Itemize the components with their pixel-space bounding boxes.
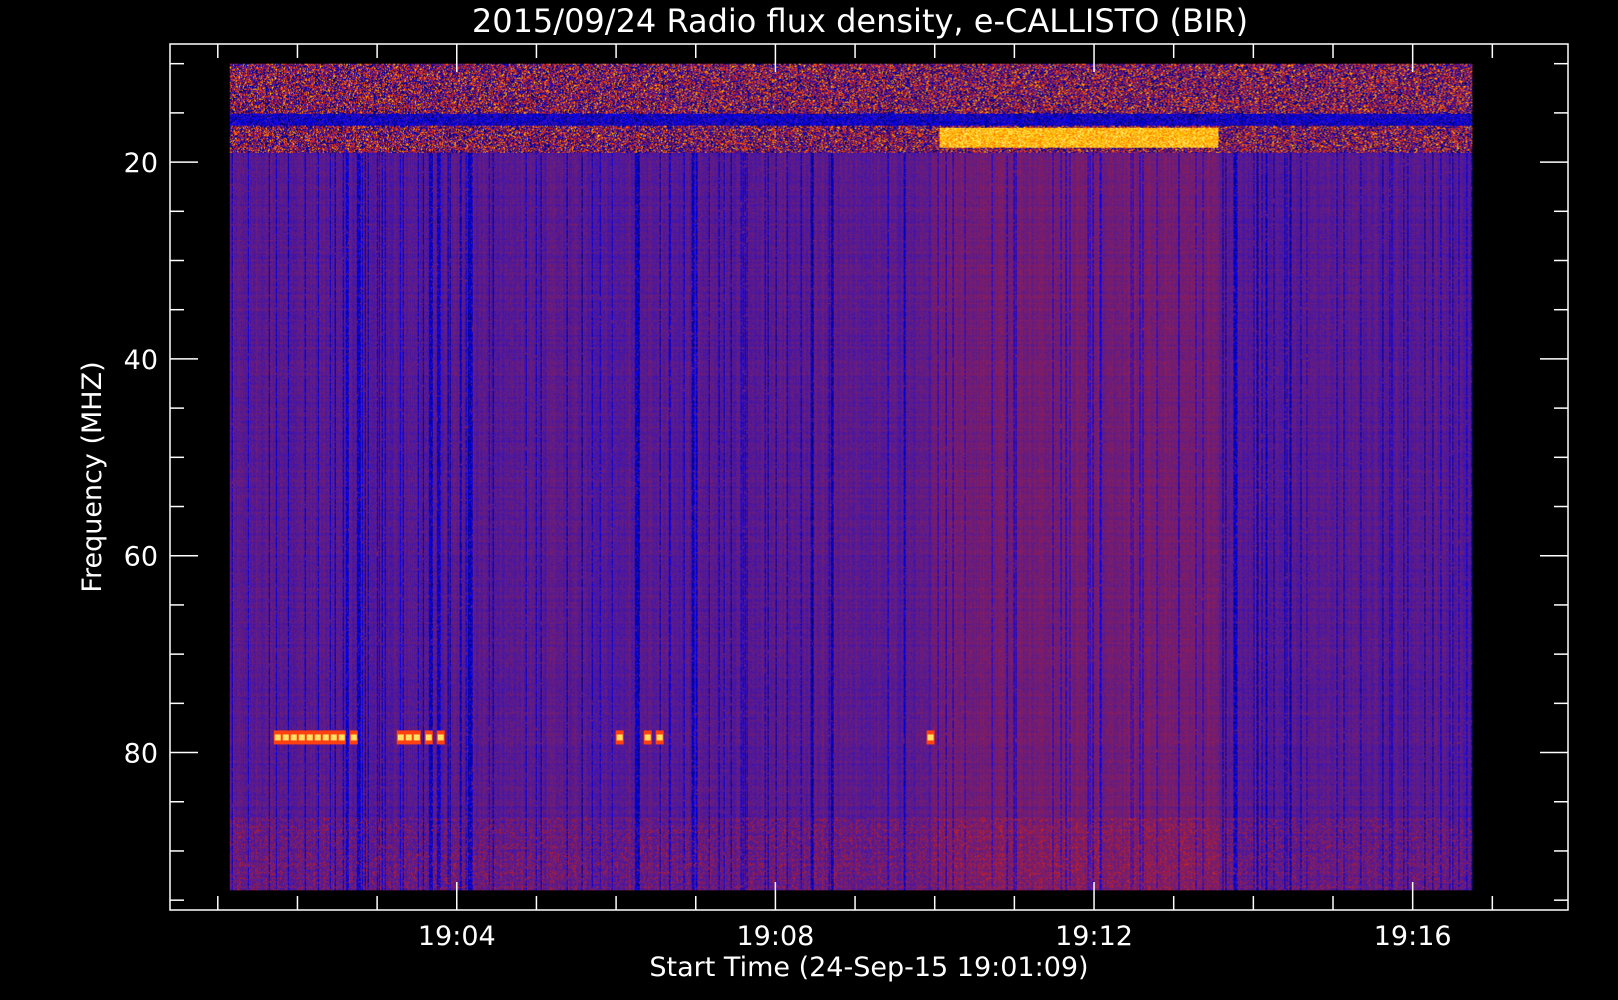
chart-title: 2015/09/24 Radio flux density, e-CALLIST… (472, 2, 1248, 40)
spectrogram-chart: 2015/09/24 Radio flux density, e-CALLIST… (0, 0, 1618, 1000)
x-tick-label: 19:12 (1055, 921, 1133, 952)
y-tick-label: 20 (124, 148, 158, 179)
y-tick-label: 80 (124, 739, 158, 770)
y-axis-label: Frequency (MHZ) (77, 361, 108, 592)
x-tick-label: 19:04 (418, 921, 496, 952)
x-tick-label: 19:08 (736, 921, 814, 952)
x-tick-label: 19:16 (1374, 921, 1452, 952)
spectrogram-heatmap (229, 63, 1473, 891)
y-tick-label: 60 (124, 542, 158, 573)
y-tick-label: 40 (124, 345, 158, 376)
x-axis-label: Start Time (24-Sep-15 19:01:09) (649, 952, 1088, 983)
